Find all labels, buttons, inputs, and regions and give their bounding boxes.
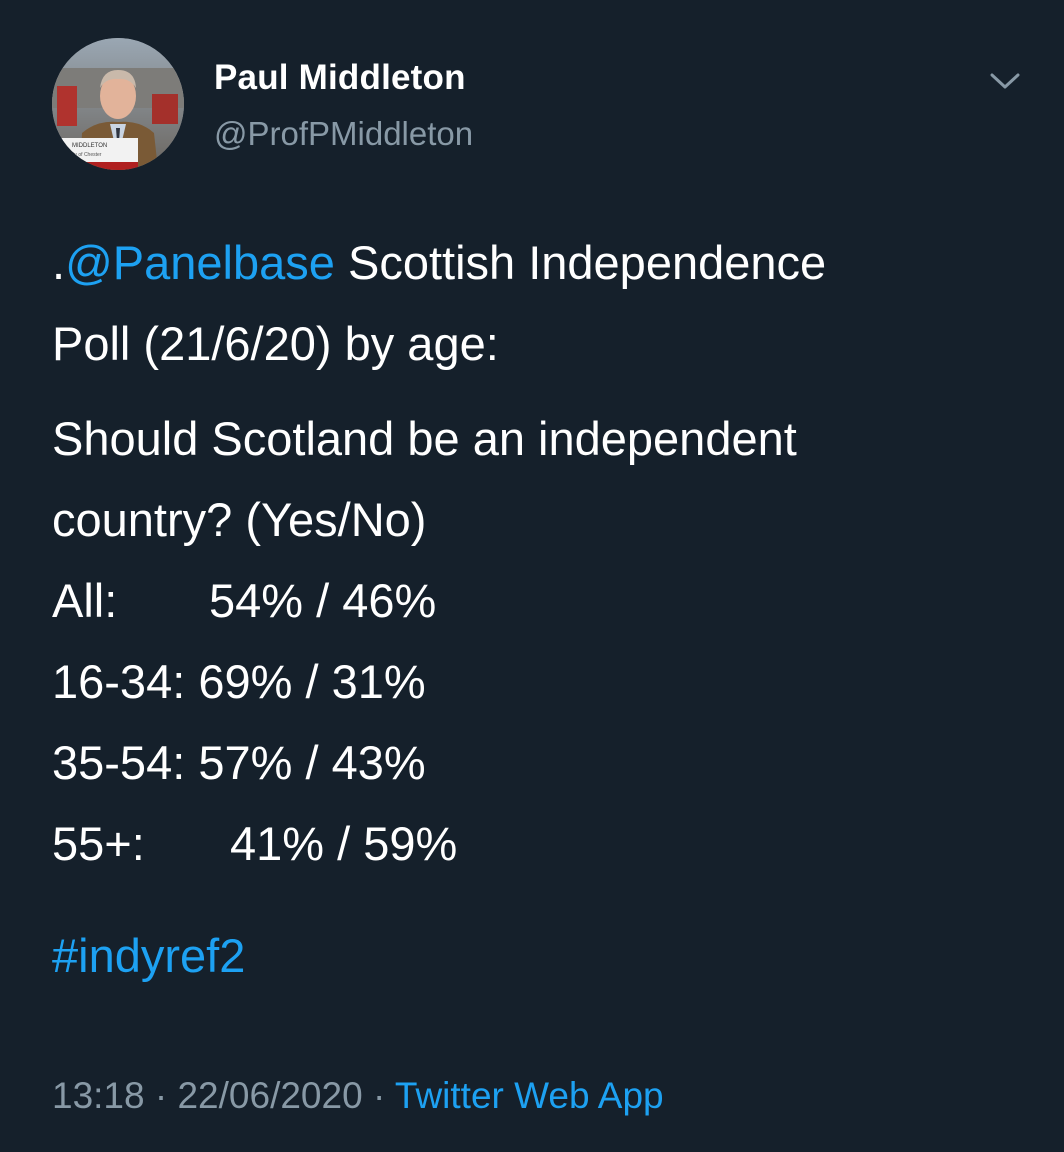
chevron-down-icon[interactable] (987, 66, 1023, 96)
poll-row-all: All: 54% / 46% (52, 560, 1012, 641)
row-value: 41% / 59% (230, 817, 458, 870)
tweet-line-3: Should Scotland be an independent (52, 412, 797, 465)
row-label: 35-54: (52, 736, 186, 789)
poll-row-35-54: 35-54: 57% / 43% (52, 722, 1012, 803)
tweet-line-1-prefix: . (52, 236, 66, 289)
avatar-caption-line1: MIDDLETON (72, 143, 107, 149)
hashtag-link[interactable]: #indyref2 (52, 928, 245, 983)
avatar-photo: MIDDLETON ity of Chester (52, 38, 184, 170)
author-handle[interactable]: @ProfPMiddleton (214, 115, 473, 153)
tweet-line-4: country? (Yes/No) (52, 493, 427, 546)
tweet-line-1: .@Panelbase Scottish Independence (52, 222, 1012, 303)
tweet-date[interactable]: 22/06/2020 (177, 1075, 362, 1116)
tweet-line-2: Poll (21/6/20) by age: (52, 317, 499, 370)
row-value: 54% / 46% (209, 574, 437, 627)
row-label: 16-34: (52, 655, 186, 708)
mention-link[interactable]: @Panelbase (65, 236, 335, 289)
tweet-text: .@Panelbase Scottish Independence Poll (… (52, 222, 1012, 884)
author-name[interactable]: Paul Middleton (214, 58, 466, 98)
row-label: 55+: (52, 817, 145, 870)
tweet-line-1-rest: Scottish Independence (334, 236, 827, 289)
row-value: 57% / 43% (198, 736, 426, 789)
tweet-meta: 13:18 · 22/06/2020 · Twitter Web App (52, 1075, 664, 1117)
meta-separator: · (362, 1075, 395, 1116)
tweet-header: MIDDLETON ity of Chester Paul Middleton … (52, 38, 1023, 170)
poll-row-55-plus: 55+: 41% / 59% (52, 803, 1012, 884)
meta-separator: · (144, 1075, 178, 1116)
poll-row-16-34: 16-34: 69% / 31% (52, 641, 1012, 722)
tweet-source-link[interactable]: Twitter Web App (395, 1075, 664, 1116)
row-value: 69% / 31% (198, 655, 426, 708)
avatar-caption-line2: ity of Chester (72, 152, 102, 158)
avatar[interactable]: MIDDLETON ity of Chester (52, 38, 184, 170)
tweet-time[interactable]: 13:18 (52, 1075, 145, 1116)
row-label: All: (52, 574, 118, 627)
